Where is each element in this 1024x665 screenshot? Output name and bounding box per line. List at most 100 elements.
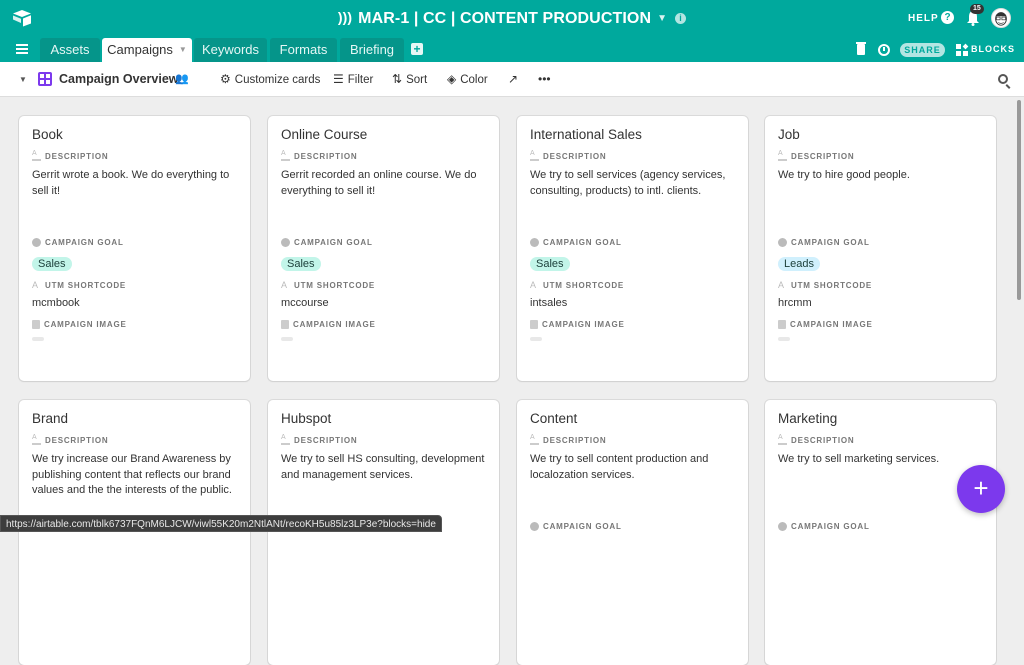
vertical-scrollbar[interactable] [1017,100,1021,300]
field-label-description: DESCRIPTION [778,150,983,161]
avatar[interactable] [991,8,1011,28]
tab-assets[interactable]: Assets [40,38,100,62]
base-title-text: MAR-1 | CC | CONTENT PRODUCTION [358,10,652,27]
base-title[interactable]: ))) MAR-1 | CC | CONTENT PRODUCTION ▼ i [0,9,1024,28]
field-label-image: CAMPAIGN IMAGE [281,320,486,329]
description-value: We try to sell HS consulting, developmen… [281,453,485,481]
status-bar-url: https://airtable.com/tblk6737FQnM6LJCW/v… [0,515,442,532]
blocks-icon[interactable] [956,43,969,56]
single-select-field-icon [281,238,290,247]
field-label-goal: CAMPAIGN GOAL [778,522,983,531]
customize-cards-label: Customize cards [234,74,321,86]
field-label-text: CAMPAIGN IMAGE [542,320,625,329]
long-text-field-icon [32,150,41,161]
info-icon[interactable]: i [675,13,687,24]
view-switcher-toggle-icon[interactable]: ▼ [19,62,27,97]
field-label-text: CAMPAIGN IMAGE [293,320,376,329]
sort-button[interactable]: ⇅ Sort [392,62,427,97]
long-text-field-icon [778,434,787,445]
chevron-down-icon[interactable]: ▼ [179,45,187,54]
field-label-description: DESCRIPTION [32,150,237,161]
trash-icon[interactable] [856,42,866,55]
utm-value: hrcmm [778,297,812,309]
tab-formats[interactable]: Formats [270,38,337,62]
field-label-text: DESCRIPTION [791,436,855,445]
field-label-text: DESCRIPTION [791,152,855,161]
field-label-text: CAMPAIGN IMAGE [44,320,127,329]
field-label-text: UTM SHORTCODE [543,281,625,290]
help-button[interactable]: HELP [908,13,939,24]
search-icon[interactable] [998,74,1008,84]
goal-pill: Leads [778,257,820,271]
field-label-description: DESCRIPTION [778,434,983,445]
ellipsis-icon: ••• [538,72,551,86]
attachment-field-icon [32,320,40,329]
field-label-text: CAMPAIGN GOAL [294,238,373,247]
table-tabs: Assets Campaigns ▼ Keywords Formats Brief… [0,38,1024,62]
view-toolbar: ▼ Campaign Overview 👥 ⚙ Customize cards ☰… [0,62,1024,97]
color-button[interactable]: ◈ Color [447,62,488,97]
field-label-text: CAMPAIGN GOAL [543,238,622,247]
tab-briefing[interactable]: Briefing [340,38,404,62]
app-header: ))) MAR-1 | CC | CONTENT PRODUCTION ▼ i HEL… [0,0,1024,38]
field-label-utm: A UTM SHORTCODE [778,280,983,291]
long-text-field-icon [281,434,290,445]
single-select-field-icon [32,238,41,247]
text-field-icon: A [778,280,785,290]
long-text-field-icon [778,150,787,161]
field-label-text: UTM SHORTCODE [294,281,376,290]
field-label-description: DESCRIPTION [530,434,735,445]
text-field-icon: A [32,280,39,290]
field-label-text: DESCRIPTION [45,436,109,445]
record-card[interactable]: Book DESCRIPTION Gerrit wrote a book. We d… [19,116,250,381]
card-title: Marketing [778,411,838,426]
description-value: We try increase our Brand Awareness by p… [32,453,232,496]
record-card[interactable]: Job DESCRIPTION We try to hire good people… [765,116,996,381]
filter-icon: ☰ [333,72,344,86]
long-text-field-icon [530,434,539,445]
goal-pill: Sales [530,257,570,271]
field-label-description: DESCRIPTION [281,150,486,161]
image-placeholder [530,337,542,341]
field-label-text: UTM SHORTCODE [791,281,873,290]
tab-keywords[interactable]: Keywords [194,38,267,62]
description-value: Gerrit wrote a book. We do everything to… [32,169,230,197]
gear-icon: ⚙ [220,72,231,86]
field-label-text: DESCRIPTION [543,436,607,445]
blocks-button[interactable]: BLOCKS [971,44,1015,54]
record-card[interactable]: Marketing DESCRIPTION We try to sell marke… [765,400,996,665]
hamburger-menu-icon[interactable] [16,44,28,54]
add-table-icon[interactable]: + [411,43,423,55]
add-record-button[interactable]: + [957,465,1005,513]
help-icon[interactable]: ? [941,11,954,24]
paint-bucket-icon: ◈ [447,72,457,86]
share-view-button[interactable]: ↗ [508,62,522,97]
chevron-down-icon[interactable]: ▼ [657,13,667,24]
attachment-field-icon [281,320,289,329]
more-options-button[interactable]: ••• [538,62,555,97]
field-label-text: CAMPAIGN GOAL [791,522,870,531]
sort-label: Sort [406,74,428,86]
long-text-field-icon [530,150,539,161]
text-field-icon: A [281,280,288,290]
customize-cards-button[interactable]: ⚙ Customize cards [220,62,320,97]
description-value: Gerrit recorded an online course. We do … [281,169,477,197]
tab-label: Keywords [201,42,260,57]
collaborative-view-icon[interactable]: 👥 [175,62,189,97]
card-title: Book [32,127,63,142]
description-value: We try to sell marketing services. [778,453,940,465]
share-button[interactable]: SHARE [900,43,945,57]
record-card[interactable]: International Sales DESCRIPTION We try to … [517,116,748,381]
tab-campaigns[interactable]: Campaigns ▼ [102,38,192,62]
single-select-field-icon [778,238,787,247]
record-card[interactable]: Online Course DESCRIPTION Gerrit recorded … [268,116,499,381]
history-icon[interactable] [878,44,890,56]
single-select-field-icon [530,522,539,531]
view-name[interactable]: Campaign Overview [59,62,179,97]
record-card[interactable]: Content DESCRIPTION We try to sell content… [517,400,748,665]
tab-label: Briefing [349,42,395,57]
long-text-field-icon [32,434,41,445]
filter-button[interactable]: ☰ Filter [333,62,373,97]
image-placeholder [32,337,44,341]
description-value: We try to sell content production and lo… [530,453,709,481]
